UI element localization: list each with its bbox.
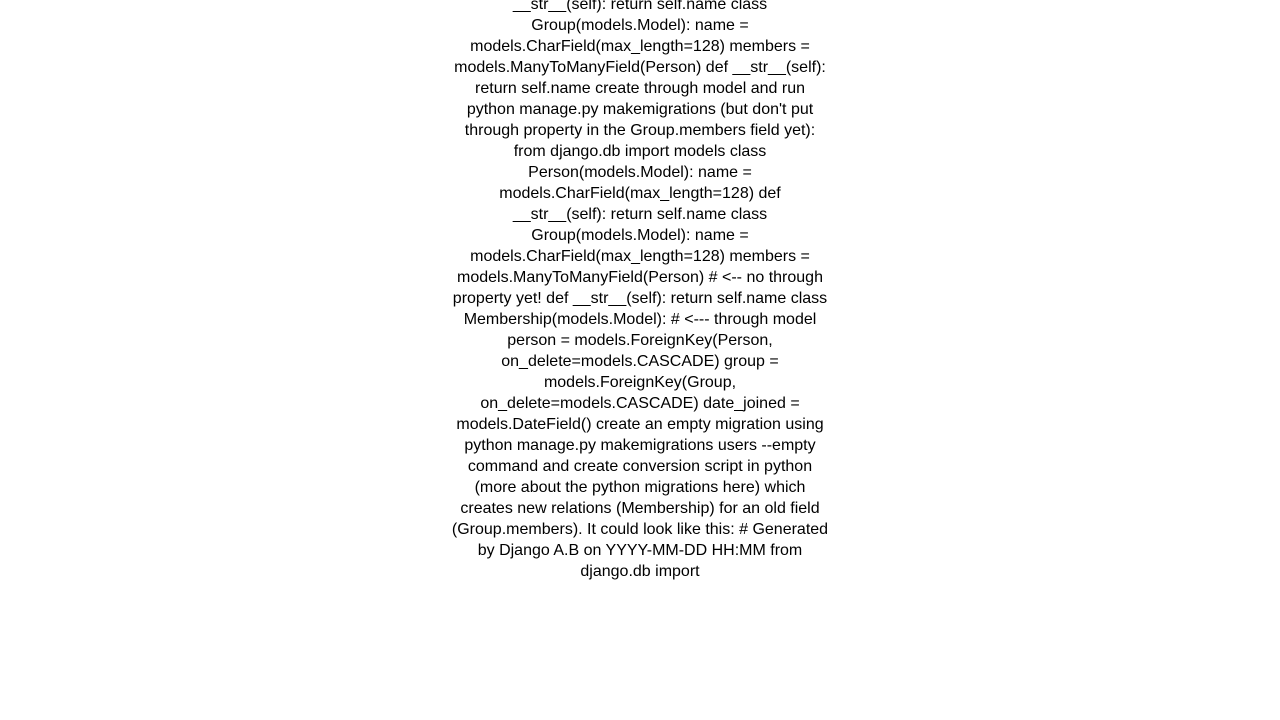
page-viewport: __str__(self): return self.name class Gr…: [0, 0, 1280, 720]
body-paragraph: __str__(self): return self.name class Gr…: [451, 0, 829, 580]
text-content-block: __str__(self): return self.name class Gr…: [451, 0, 829, 582]
